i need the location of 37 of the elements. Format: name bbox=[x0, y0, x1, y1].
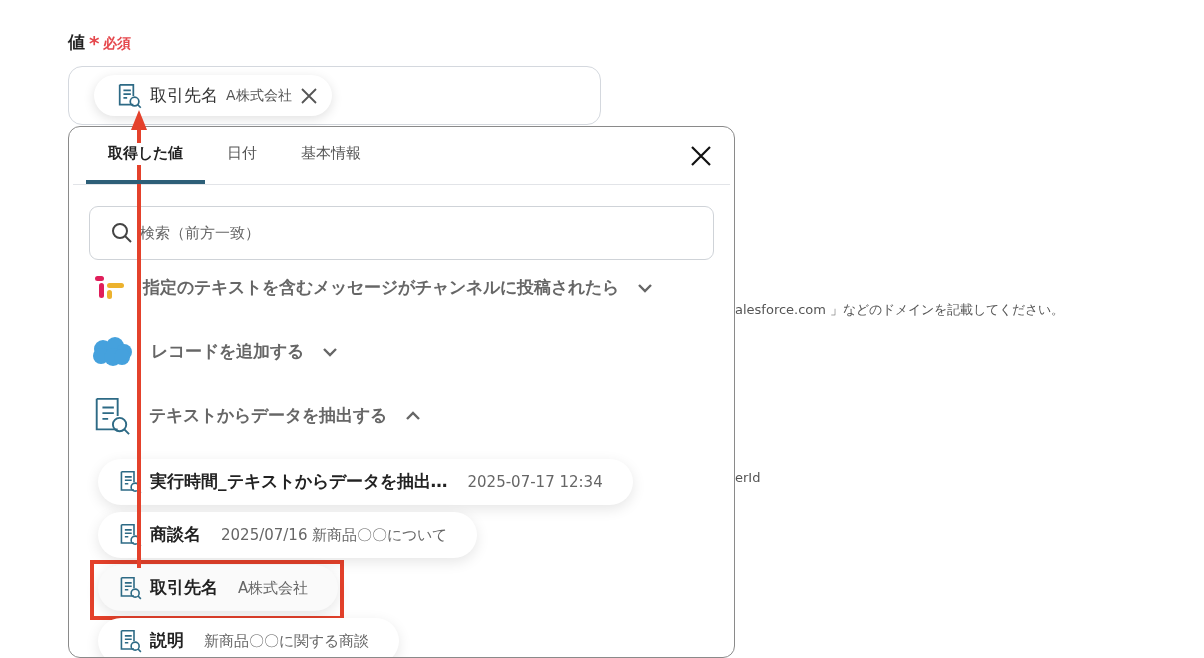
item-name: 説明 bbox=[150, 629, 184, 653]
field-label: 値 bbox=[68, 31, 85, 55]
tab[interactable]: 基本情報 bbox=[279, 127, 383, 184]
search-icon bbox=[111, 222, 133, 244]
item-value: 2025-07-17 12:34 bbox=[467, 471, 603, 493]
remove-button[interactable] bbox=[299, 86, 318, 105]
value-item[interactable]: 実行時間_テキストからデータを抽出… 2025-07-17 12:34 bbox=[98, 459, 633, 505]
required-mark: * bbox=[89, 30, 100, 57]
tab[interactable]: 日付 bbox=[205, 127, 279, 184]
group-header[interactable]: 指定のテキストを含むメッセージがチャンネルに投稿されたら bbox=[69, 268, 734, 308]
item-name: 取引先名 bbox=[150, 576, 218, 600]
value-field[interactable]: 取引先名 A株式会社 bbox=[68, 66, 601, 125]
chip-value: A株式会社 bbox=[226, 86, 292, 105]
document-search-icon bbox=[116, 82, 142, 109]
value-chip[interactable]: 取引先名 A株式会社 bbox=[94, 75, 332, 116]
group-title: レコードを追加する bbox=[151, 340, 304, 364]
group-title: 指定のテキストを含むメッセージがチャンネルに投稿されたら bbox=[143, 276, 619, 300]
search-field[interactable]: 検索（前方一致） bbox=[89, 206, 714, 260]
item-name: 商談名 bbox=[150, 523, 201, 547]
value-item[interactable]: 商談名 2025/07/16 新商品〇〇について bbox=[98, 512, 478, 558]
item-name: 実行時間_テキストからデータを抽出… bbox=[150, 470, 448, 494]
value-item[interactable]: 取引先名 A株式会社 bbox=[98, 565, 339, 611]
help-text: erId bbox=[735, 469, 761, 487]
cloud-logo-icon bbox=[91, 337, 133, 367]
chip-name: 取引先名 bbox=[150, 83, 218, 107]
item-value: 2025/07/16 新商品〇〇について bbox=[221, 524, 448, 546]
group-title: テキストからデータを抽出する bbox=[149, 404, 387, 428]
required-text: 必須 bbox=[103, 33, 132, 53]
item-value: 新商品〇〇に関する商談 bbox=[204, 630, 369, 652]
value-item[interactable]: 説明 新商品〇〇に関する商談 bbox=[98, 618, 399, 657]
document-search-icon bbox=[118, 576, 142, 600]
help-text: alesforce.com 」などのドメインを記載してください。 bbox=[735, 301, 1065, 319]
item-value: A株式会社 bbox=[238, 577, 309, 599]
close-button[interactable] bbox=[690, 144, 712, 167]
group-header[interactable]: レコードを追加する bbox=[69, 332, 734, 372]
document-search-icon bbox=[118, 629, 142, 653]
group-header[interactable]: テキストからデータを抽出する bbox=[69, 396, 734, 436]
